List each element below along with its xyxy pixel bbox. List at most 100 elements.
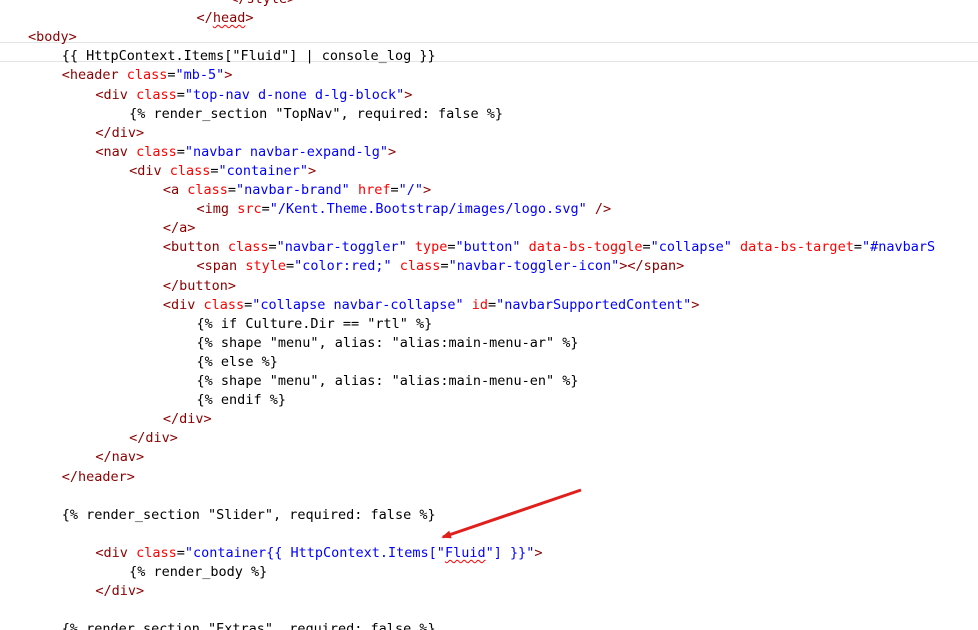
code-line: </button> bbox=[28, 277, 236, 296]
code-token: = bbox=[853, 239, 862, 256]
code-token: > bbox=[404, 86, 413, 103]
code-token: id bbox=[471, 296, 488, 313]
code-token: "navbarSupportedContent" bbox=[496, 296, 692, 313]
code-token: class bbox=[136, 86, 177, 103]
code-token: <header bbox=[61, 67, 127, 84]
code-token: "navbar-brand" bbox=[236, 182, 350, 198]
code-token: > bbox=[307, 162, 317, 179]
code-token: </nav> bbox=[95, 449, 145, 466]
code-line: </style> bbox=[28, 0, 295, 9]
code-token: class bbox=[187, 182, 228, 198]
code-line: </header> bbox=[28, 468, 135, 487]
code-token: class bbox=[227, 239, 269, 256]
code-token: </header> bbox=[61, 468, 135, 485]
code-token: "/" bbox=[398, 182, 423, 198]
code-token: ></span> bbox=[619, 258, 685, 275]
code-line: </nav> bbox=[28, 448, 144, 467]
code-line: </div> bbox=[28, 429, 178, 448]
code-token: "/Kent.Theme.Bootstrap/images/logo.svg" bbox=[269, 201, 587, 218]
code-token: "collapse navbar-collapse" bbox=[252, 296, 464, 313]
code-token: </div> bbox=[162, 411, 212, 428]
code-token: class bbox=[203, 296, 245, 313]
code-line: <header class="mb-5"> bbox=[28, 66, 233, 85]
code-token: {% shape "menu", alias: "alias:main-menu… bbox=[196, 373, 579, 389]
code-token: > bbox=[423, 182, 432, 198]
code-token: src bbox=[237, 201, 262, 218]
code-token: class bbox=[126, 67, 168, 84]
code-token: </style> bbox=[230, 0, 295, 7]
code-token: {{ HttpContext.Items["Fluid"] | console_… bbox=[61, 48, 436, 65]
code-token: "navbar-toggler-icon" bbox=[448, 258, 620, 275]
code-line: {% render_body %} bbox=[28, 563, 267, 582]
code-token: > bbox=[534, 544, 543, 561]
code-token: </div> bbox=[95, 124, 145, 141]
code-line: </head> bbox=[28, 9, 254, 28]
code-token: </div> bbox=[95, 583, 145, 600]
code-token: {% render_section "Slider", required: fa… bbox=[61, 506, 436, 523]
code-token: = bbox=[285, 258, 295, 275]
code-token: {% render_section "Extras", required: fa… bbox=[61, 621, 436, 630]
code-token: "#navbarS bbox=[861, 239, 936, 256]
code-token: "top-nav d-none d-lg-block" bbox=[184, 86, 405, 103]
code-token: <nav bbox=[95, 143, 137, 160]
code-token: data-bs-target bbox=[740, 239, 854, 256]
code-token: class bbox=[136, 143, 177, 160]
code-line: {% render_section "Extras", required: fa… bbox=[28, 620, 436, 630]
code-editor[interactable]: </style> </head><body> {{ HttpContext.Item… bbox=[0, 0, 978, 630]
code-token: = bbox=[176, 86, 185, 103]
code-token: "] }}" bbox=[485, 544, 535, 561]
code-token: {% shape "menu", alias: "alias:main-menu… bbox=[196, 334, 579, 351]
code-line: {% render_section "TopNav", required: fa… bbox=[28, 105, 503, 124]
code-token: </button> bbox=[162, 277, 236, 294]
code-line: <img src="/Kent.Theme.Bootstrap/images/l… bbox=[28, 200, 612, 219]
code-line: <div class="container{{ HttpContext.Item… bbox=[28, 544, 543, 563]
code-token: "collapse" bbox=[650, 239, 732, 256]
code-token: "container" bbox=[218, 162, 308, 179]
code-line: <div class = "collapse navbar-collapse" id… bbox=[28, 296, 700, 315]
code-token: = bbox=[440, 258, 449, 275]
code-token: <img bbox=[196, 201, 238, 218]
code-token: style bbox=[245, 258, 286, 275]
code-token: href bbox=[357, 182, 391, 198]
code-token: <div bbox=[95, 86, 137, 103]
code-token: <span bbox=[196, 258, 246, 275]
code-token: = bbox=[390, 182, 399, 198]
code-token: <body> bbox=[28, 29, 77, 46]
code-token: "navbar-toggler" bbox=[276, 239, 407, 256]
code-line: {% else %} bbox=[28, 353, 278, 372]
code-token: <a bbox=[162, 182, 188, 198]
code-token: </a> bbox=[162, 220, 196, 237]
code-token: <button bbox=[162, 239, 228, 256]
code-line: <button class="navbar-toggler" type="but… bbox=[28, 238, 935, 257]
code-line: {% render_section "Slider", required: fa… bbox=[28, 506, 436, 525]
code-line: {{ HttpContext.Items["Fluid"] | console_… bbox=[28, 47, 436, 66]
code-token: > bbox=[245, 10, 254, 27]
code-token: = bbox=[210, 162, 219, 179]
code-line: {% shape "menu", alias: "alias:main-menu… bbox=[28, 372, 579, 391]
code-token: <div bbox=[162, 296, 204, 313]
code-line: {% endif %} bbox=[28, 391, 286, 410]
code-line: </a> bbox=[28, 219, 196, 238]
code-token: </div> bbox=[129, 430, 178, 447]
code-line: <div class="top-nav d-none d-lg-block"> bbox=[28, 86, 412, 105]
code-token: "color:red;" bbox=[294, 258, 392, 275]
code-line: </div> bbox=[28, 410, 212, 429]
code-token: = bbox=[176, 544, 185, 561]
code-token: {% endif %} bbox=[196, 392, 286, 409]
code-line: <nav class="navbar navbar-expand-lg"> bbox=[28, 143, 396, 162]
code-line: <a class="navbar-brand" href="/"> bbox=[28, 181, 431, 200]
code-token: = bbox=[447, 239, 456, 256]
code-token: "mb-5" bbox=[175, 67, 225, 84]
code-token: "container{{ HttpContext.Items[" bbox=[184, 544, 445, 561]
code-line: {% if Culture.Dir == "rtl" %} bbox=[28, 315, 433, 334]
code-token: class bbox=[169, 162, 211, 179]
code-token: Fluid bbox=[444, 544, 486, 561]
code-token: "navbar navbar-expand-lg" bbox=[184, 143, 389, 160]
code-token: = bbox=[176, 143, 185, 160]
